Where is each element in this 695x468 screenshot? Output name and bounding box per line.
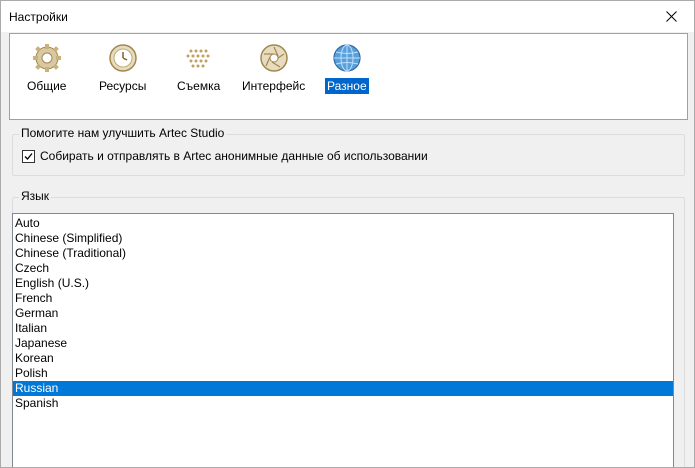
settings-category-toolbar: Общие Ресурсы Съемка Интерфейс Разное [9, 33, 688, 120]
usage-data-checkbox-label: Собирать и отправлять в Artec анонимные … [40, 149, 428, 163]
aperture-icon [259, 44, 288, 72]
close-icon [665, 11, 677, 22]
language-item-french[interactable]: French [13, 291, 673, 306]
tab-interface-label: Интерфейс [242, 79, 306, 93]
language-item-russian[interactable]: Russian [13, 381, 673, 396]
language-item-japanese[interactable]: Japanese [13, 336, 673, 351]
language-group-title: Язык [19, 189, 52, 203]
language-item-chinese-traditional[interactable]: Chinese (Traditional) [13, 246, 673, 261]
language-item-chinese-simplified[interactable]: Chinese (Simplified) [13, 231, 673, 246]
usage-data-checkbox[interactable] [22, 149, 35, 163]
tab-interface[interactable]: Интерфейс [240, 42, 307, 94]
settings-window: Настройки Общие Ресурсы Съемка Интерфейс… [0, 0, 695, 468]
gear-icon [32, 44, 61, 72]
improve-group-title: Помогите нам улучшить Artec Studio [19, 126, 227, 140]
usage-data-checkbox-row[interactable]: Собирать и отправлять в Artec анонимные … [22, 149, 428, 163]
tab-general[interactable]: Общие [25, 42, 68, 94]
language-item-korean[interactable]: Korean [13, 351, 673, 366]
language-item-auto[interactable]: Auto [13, 216, 673, 231]
language-item-spanish[interactable]: Spanish [13, 396, 673, 411]
globe-icon [333, 44, 361, 72]
tab-resources-label: Ресурсы [99, 79, 147, 93]
language-item-czech[interactable]: Czech [13, 261, 673, 276]
tab-misc[interactable]: Разное [325, 42, 369, 94]
tab-resources[interactable]: Ресурсы [97, 42, 148, 94]
language-item-polish[interactable]: Polish [13, 366, 673, 381]
tab-general-label: Общие [27, 79, 67, 93]
tab-misc-label: Разное [325, 78, 369, 94]
improve-group: Помогите нам улучшить Artec Studio Собир… [12, 126, 685, 176]
title-bar: Настройки [1, 1, 694, 32]
window-title: Настройки [9, 10, 68, 24]
checkmark-icon [24, 152, 33, 160]
clock-icon [108, 44, 137, 72]
dots-grid-icon [186, 49, 210, 68]
close-button[interactable] [648, 1, 694, 32]
language-item-english-us[interactable]: English (U.S.) [13, 276, 673, 291]
language-item-german[interactable]: German [13, 306, 673, 321]
language-listbox[interactable]: Auto Chinese (Simplified) Chinese (Tradi… [12, 213, 674, 467]
tab-capture[interactable]: Съемка [175, 42, 222, 94]
language-item-italian[interactable]: Italian [13, 321, 673, 336]
tab-capture-label: Съемка [177, 79, 221, 93]
